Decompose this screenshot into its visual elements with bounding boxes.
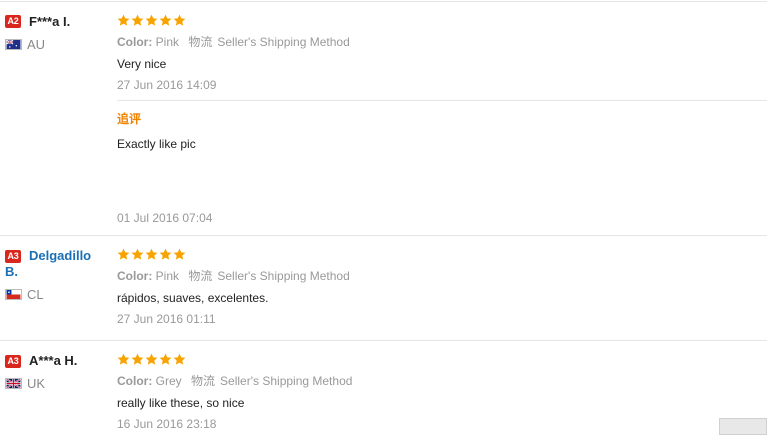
review-date: 27 Jun 2016 01:11 bbox=[117, 312, 216, 326]
star-icon bbox=[159, 248, 172, 260]
shipping-method: Seller's Shipping Method bbox=[220, 374, 353, 388]
color-label: Color: bbox=[117, 374, 153, 388]
shipping-method: Seller's Shipping Method bbox=[217, 269, 350, 283]
rating-stars bbox=[117, 14, 186, 28]
shipping-label-cn: 物流 bbox=[188, 35, 213, 49]
review-text: Very nice bbox=[117, 57, 167, 71]
buyer-name-line1: Delgadillo bbox=[29, 248, 92, 263]
buyer-country: CL bbox=[27, 287, 44, 302]
star-icon bbox=[173, 14, 186, 26]
star-icon bbox=[159, 14, 172, 26]
star-icon bbox=[117, 353, 130, 365]
star-icon bbox=[131, 353, 144, 365]
buyer-name: A***a H. bbox=[29, 353, 78, 368]
review-text: rápidos, suaves, excelentes. bbox=[117, 291, 269, 305]
buyer-level-badge: A3 bbox=[5, 355, 21, 368]
color-label: Color: bbox=[117, 269, 153, 283]
color-value: Grey bbox=[155, 374, 182, 388]
review-text: really like these, so nice bbox=[117, 396, 245, 410]
rating-stars bbox=[117, 353, 186, 367]
buyer-name-link[interactable]: Delgadillo B. bbox=[5, 248, 105, 280]
review-item: A3 A***a H. UK Color: Grey 物流 Seller's Sh… bbox=[0, 341, 767, 435]
shipping-label: 物流 Seller's Shipping Method bbox=[188, 269, 349, 283]
color-value: Pink bbox=[155, 35, 180, 49]
followup-text: Exactly like pic bbox=[117, 137, 196, 151]
uk-flag-icon bbox=[5, 378, 22, 389]
star-icon bbox=[145, 14, 158, 26]
chile-flag-icon bbox=[5, 289, 22, 300]
buyer-name-line2: B. bbox=[5, 264, 18, 279]
followup-label: 追评 bbox=[117, 112, 142, 126]
shipping-method: Seller's Shipping Method bbox=[217, 35, 350, 49]
review-item: A3 Delgadillo B. CL Color: Pink 物流 Seller… bbox=[0, 236, 767, 340]
shipping-label: 物流 Seller's Shipping Method bbox=[191, 374, 352, 388]
color-value: Pink bbox=[155, 269, 180, 283]
review-date: 27 Jun 2016 14:09 bbox=[117, 78, 217, 92]
star-icon bbox=[145, 248, 158, 260]
buyer-country: UK bbox=[27, 376, 46, 391]
order-info: Color: Pink 物流 Seller's Shipping Method bbox=[117, 35, 350, 49]
order-info: Color: Pink 物流 Seller's Shipping Method bbox=[117, 269, 350, 283]
star-icon bbox=[159, 353, 172, 365]
star-icon bbox=[145, 353, 158, 365]
rating-stars bbox=[117, 248, 186, 262]
review-item: A2 F***a I. AU Color: Pink 物流 Seller's Sh… bbox=[0, 0, 767, 235]
partial-button[interactable] bbox=[719, 418, 767, 435]
star-icon bbox=[117, 248, 130, 260]
australia-flag-icon bbox=[5, 39, 22, 50]
order-info: Color: Grey 物流 Seller's Shipping Method bbox=[117, 374, 352, 388]
shipping-label-cn: 物流 bbox=[191, 374, 216, 388]
buyer-country: AU bbox=[27, 37, 46, 52]
star-icon bbox=[173, 353, 186, 365]
followup-divider bbox=[117, 100, 767, 101]
star-icon bbox=[173, 248, 186, 260]
review-date: 16 Jun 2016 23:18 bbox=[117, 417, 217, 431]
buyer-name: F***a I. bbox=[29, 14, 71, 29]
color-label: Color: bbox=[117, 35, 153, 49]
star-icon bbox=[117, 14, 130, 26]
star-icon bbox=[131, 248, 144, 260]
star-icon bbox=[131, 14, 144, 26]
shipping-label-cn: 物流 bbox=[188, 269, 213, 283]
buyer-level-badge: A2 bbox=[5, 15, 21, 28]
shipping-label: 物流 Seller's Shipping Method bbox=[188, 35, 349, 49]
followup-date: 01 Jul 2016 07:04 bbox=[117, 211, 213, 225]
